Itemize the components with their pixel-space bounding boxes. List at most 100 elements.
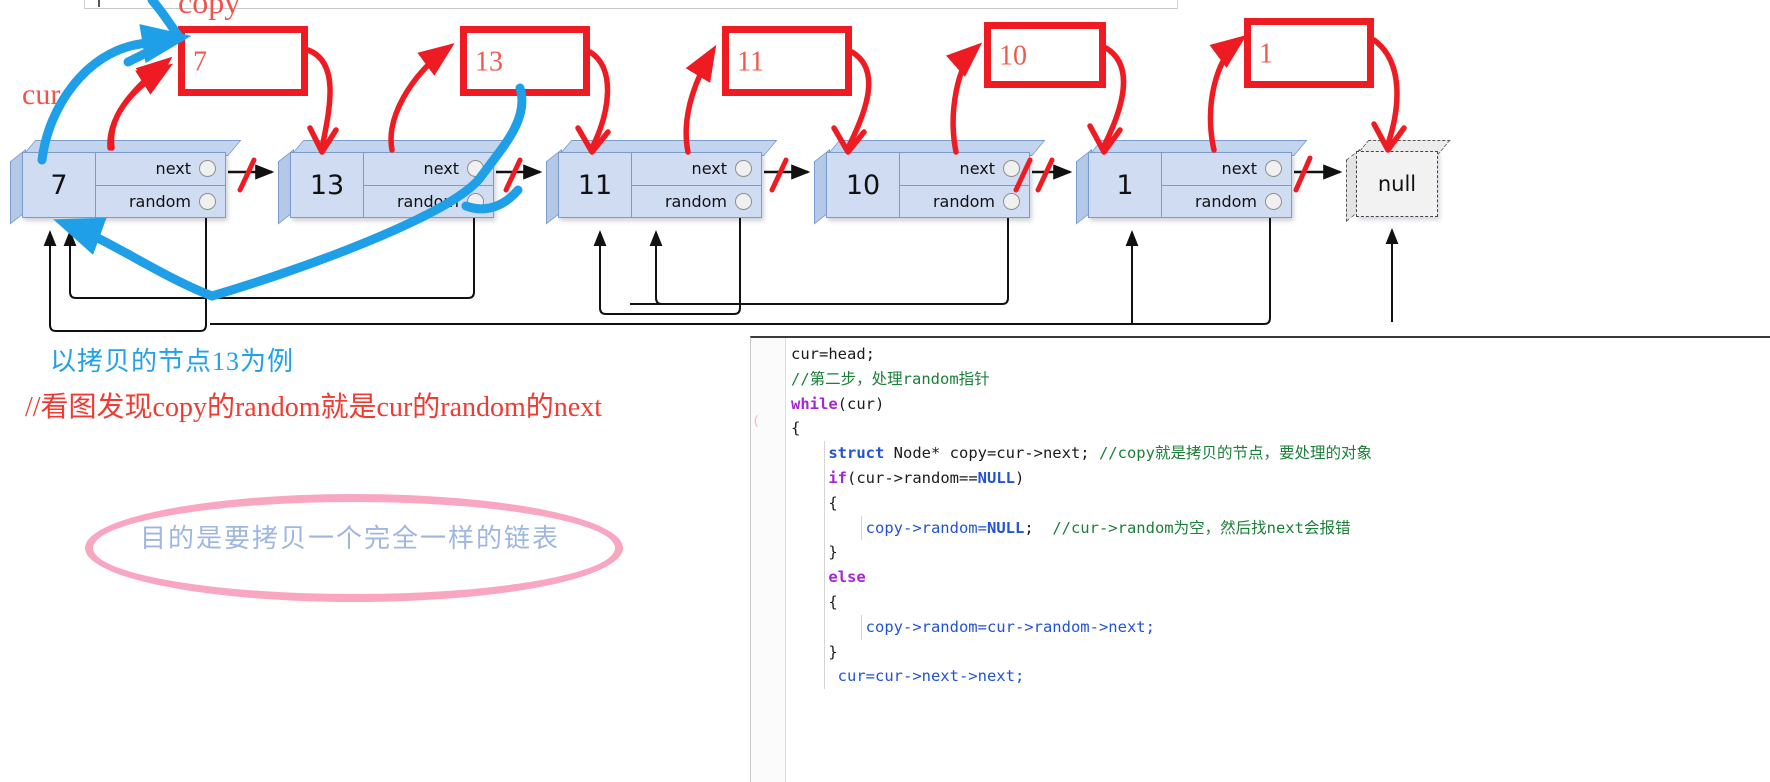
node-front-face: 11 next random: [558, 152, 762, 218]
node-value: 7: [23, 153, 96, 217]
code-token: {: [791, 419, 801, 438]
node-random-field: random: [632, 185, 761, 217]
list-node-1: 13 next random: [278, 140, 510, 225]
code-line: }: [785, 540, 1770, 566]
code-gutter: [751, 338, 786, 782]
code-token: while: [791, 394, 838, 413]
node-next-field: next: [900, 153, 1029, 186]
random-pointer-dot-icon: [735, 192, 752, 210]
node-random-label: random: [396, 191, 459, 211]
code-content[interactable]: cur=head; //第二步，处理random指针 while(cur) { str…: [785, 342, 1770, 782]
node-random-field: random: [96, 185, 225, 217]
code-token: }: [828, 543, 838, 562]
indent-guide: [824, 565, 825, 590]
copy-box-1: 13: [460, 26, 590, 96]
code-line: {: [785, 416, 1770, 441]
red-note-text: //看图发现copy的random就是cur的random的next: [25, 392, 603, 423]
random-pointer-dot-icon: [199, 192, 216, 210]
code-token: ): [1014, 468, 1025, 487]
next-pointer-dot-icon: [1003, 160, 1020, 178]
cur-label: cur: [22, 78, 61, 111]
code-token: (cur): [837, 394, 885, 413]
copy-box-value: 7: [193, 46, 207, 78]
code-line: }: [785, 639, 1770, 665]
code-token: else: [828, 568, 866, 587]
code-token: //copy就是拷贝的节点，要处理的对象: [1098, 444, 1372, 463]
node-next-label: next: [959, 159, 995, 179]
indent-guide: [861, 515, 862, 541]
code-line: {: [785, 490, 1770, 516]
code-token: struct: [828, 444, 885, 463]
code-line: else: [785, 565, 1770, 590]
random-pointer-dot-icon: [1003, 192, 1020, 210]
code-token: }: [828, 642, 838, 661]
list-node-0: 7 next random: [10, 140, 242, 225]
node-random-label: random: [1194, 191, 1257, 211]
node-value: 11: [559, 153, 632, 217]
node-next-field: next: [1162, 153, 1291, 186]
node-front-face: 13 next random: [290, 152, 494, 218]
code-line: struct Node* copy=cur->next; //copy就是拷贝的…: [785, 441, 1770, 466]
node-next-field: next: [632, 153, 761, 186]
window-edge-strip: [84, 0, 1178, 9]
code-token: Node* copy=cur->next;: [884, 444, 1099, 463]
code-token: copy->random=cur->random->next;: [865, 617, 1155, 636]
node-value: 1: [1089, 153, 1162, 217]
node-next-label: next: [155, 159, 191, 179]
indent-guide: [824, 465, 825, 491]
node-fields: next random: [96, 153, 225, 217]
node-random-field: random: [1162, 185, 1291, 217]
copy-box-value: 13: [475, 46, 503, 78]
code-line: //第二步，处理random指针: [785, 367, 1770, 392]
code-token: NULL: [977, 468, 1015, 487]
node-fields: next random: [632, 153, 761, 217]
copy-box-value: 11: [737, 46, 764, 78]
code-token: ;: [1024, 518, 1053, 537]
code-token: //cur->random为空，然后找next会报错: [1052, 518, 1351, 537]
node-random-label: random: [664, 191, 727, 211]
code-token: {: [828, 493, 838, 512]
code-line: {: [785, 589, 1770, 615]
random-pointer-dot-icon: [467, 192, 484, 210]
window-edge-tick: [98, 0, 100, 7]
node-random-label: random: [932, 191, 995, 211]
code-line: cur=head;: [785, 342, 1770, 367]
code-line: cur=cur->next->next;: [785, 664, 1770, 690]
node-next-label: next: [423, 159, 459, 179]
next-pointer-dot-icon: [199, 160, 216, 178]
indent-guide: [824, 589, 825, 615]
copy-label: copy: [178, 0, 241, 20]
null-front-face: null: [1356, 151, 1438, 217]
code-line: copy->random=cur->random->next;: [785, 614, 1770, 640]
node-random-label: random: [128, 191, 191, 211]
code-token: {: [828, 592, 838, 611]
null-terminator: null: [1346, 140, 1451, 222]
node-next-field: next: [96, 153, 225, 186]
next-pointer-dot-icon: [1265, 160, 1282, 178]
code-token: NULL: [986, 518, 1025, 537]
indent-guide: [824, 664, 825, 690]
node-front-face: 10 next random: [826, 152, 1030, 218]
indent-guide: [861, 614, 862, 640]
code-editor-panel[interactable]: ( cur=head; //第二步，处理random指针 while(cur) { s…: [750, 336, 1770, 782]
next-pointer-dot-icon: [735, 160, 752, 178]
code-line: while(cur): [785, 392, 1770, 417]
diagram-canvas: 7 13 11 10 1 copy cur 7 next random 13 n…: [0, 0, 1770, 782]
code-line: copy->random=NULL; //cur->random为空，然后找ne…: [785, 515, 1770, 541]
random-pointer-dot-icon: [1265, 192, 1282, 210]
node-fields: next random: [900, 153, 1029, 217]
node-fields: next random: [1162, 153, 1291, 217]
copy-box-value: 10: [999, 40, 1027, 72]
code-token: cur=cur->next->next;: [828, 667, 1025, 686]
copy-box-4: 1: [1244, 18, 1374, 88]
indent-guide: [824, 441, 825, 466]
node-random-field: random: [900, 185, 1029, 217]
gutter-marker-icon: (: [752, 414, 760, 429]
code-token: (cur->random==: [847, 468, 978, 487]
list-node-4: 1 next random: [1076, 140, 1308, 225]
node-next-label: next: [1221, 159, 1257, 179]
code-token: cur=head;: [791, 345, 875, 363]
indent-guide: [824, 540, 825, 566]
node-next-label: next: [691, 159, 727, 179]
code-line: if(cur->random==NULL): [785, 465, 1770, 491]
